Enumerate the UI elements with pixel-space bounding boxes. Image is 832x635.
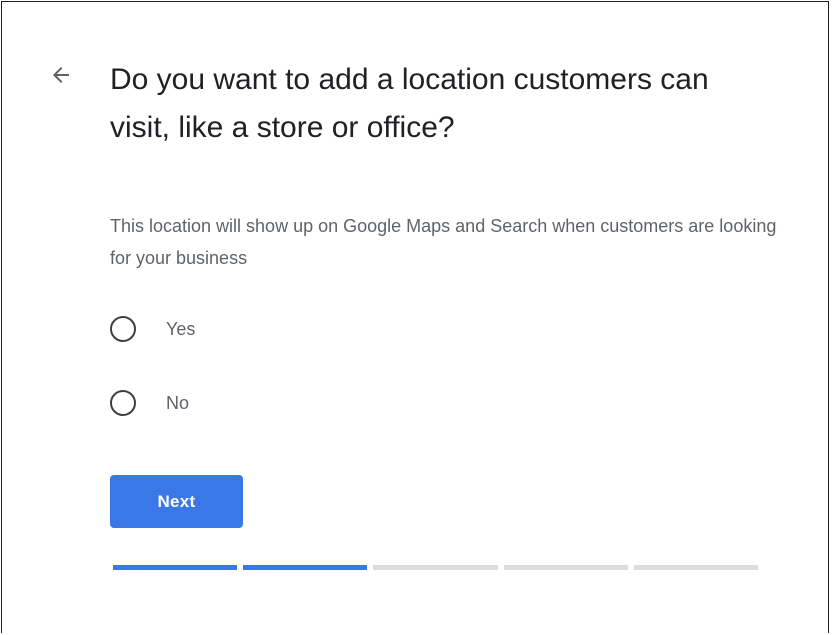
back-button[interactable] — [46, 60, 76, 90]
arrow-left-icon — [53, 67, 69, 83]
radio-option-yes[interactable]: Yes — [110, 316, 195, 342]
radio-button-yes[interactable] — [110, 316, 136, 342]
progress-segment — [503, 565, 628, 570]
progress-segment — [633, 565, 759, 570]
progress-bar — [113, 565, 759, 570]
dialog-card: Do you want to add a location customers … — [1, 1, 829, 633]
page-subtitle: This location will show up on Google Map… — [110, 216, 777, 268]
radio-label-yes: Yes — [166, 318, 196, 339]
next-button[interactable]: Next — [110, 475, 243, 528]
radio-button-no[interactable] — [110, 390, 136, 416]
progress-segment — [113, 565, 238, 570]
progress-segment — [373, 565, 498, 570]
progress-segment — [243, 565, 368, 570]
radio-option-no[interactable]: No — [110, 390, 189, 416]
radio-label-no: No — [166, 392, 190, 413]
page-title: Do you want to add a location customers … — [110, 63, 709, 144]
